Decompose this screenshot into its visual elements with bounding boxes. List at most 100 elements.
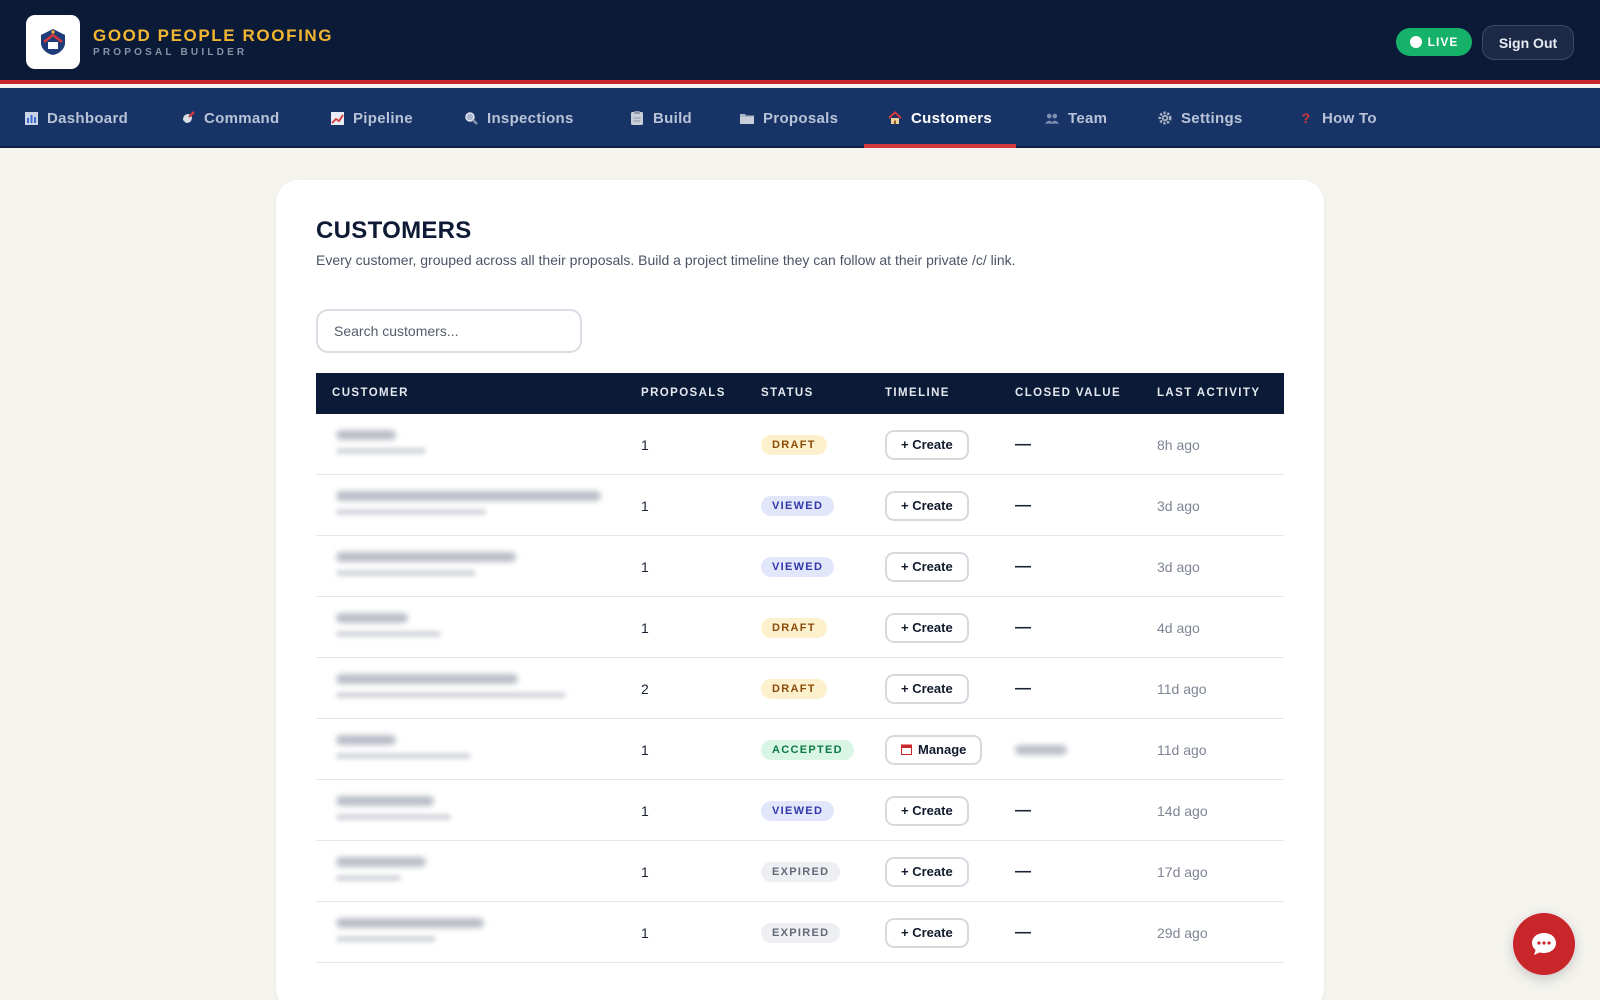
status-badge: DRAFT	[761, 678, 827, 699]
nav-label: Customers	[911, 109, 993, 127]
nav-label: Inspections	[487, 109, 574, 127]
customer-address-redacted	[336, 509, 486, 515]
create-timeline-button[interactable]: + Create	[885, 673, 969, 704]
nav-label: Proposals	[763, 109, 839, 127]
folder-icon	[740, 111, 754, 125]
last-activity: 4d ago	[1157, 619, 1200, 636]
customer-address-redacted	[336, 448, 426, 454]
column-header-status[interactable]: STATUS	[761, 373, 814, 414]
column-header-proposals[interactable]: PROPOSALS	[641, 373, 726, 414]
customer-name-redacted[interactable]	[336, 613, 408, 623]
nav-team[interactable]: Team	[1045, 88, 1107, 148]
last-activity: 3d ago	[1157, 497, 1200, 514]
nav-label: Command	[204, 109, 280, 127]
timeline-button-label: + Create	[901, 498, 953, 513]
nav-label: Team	[1068, 109, 1108, 127]
nav-label: How To	[1322, 109, 1377, 127]
nav-label: Dashboard	[47, 109, 129, 127]
column-header-closed-value[interactable]: CLOSED VALUE	[1015, 373, 1121, 414]
closed-value: —	[1015, 557, 1031, 575]
chat-bubble-icon	[1532, 933, 1556, 955]
column-header-customer[interactable]: CUSTOMER	[332, 373, 409, 414]
nav-inspections[interactable]: Inspections	[464, 88, 574, 148]
last-activity: 8h ago	[1157, 436, 1200, 453]
table-row[interactable]: 1 EXPIRED + Create — 29d ago	[316, 902, 1284, 963]
sign-out-button[interactable]: Sign Out	[1482, 25, 1574, 60]
closed-value: —	[1015, 862, 1031, 880]
table-row[interactable]: 1 DRAFT + Create — 4d ago	[316, 597, 1284, 658]
create-timeline-button[interactable]: + Create	[885, 551, 969, 582]
customer-name-redacted[interactable]	[336, 491, 601, 501]
question-icon: ?	[1301, 110, 1311, 126]
nav-pipeline[interactable]: Pipeline	[330, 88, 413, 148]
live-label: LIVE	[1427, 35, 1459, 49]
table-row[interactable]: 2 DRAFT + Create — 11d ago	[316, 658, 1284, 719]
nav-proposals[interactable]: Proposals	[740, 88, 838, 148]
people-icon	[1045, 111, 1059, 125]
customer-address-redacted	[336, 692, 566, 698]
create-timeline-button[interactable]: + Create	[885, 429, 969, 460]
brand-subtitle: PROPOSAL BUILDER	[93, 47, 248, 58]
last-activity: 17d ago	[1157, 863, 1208, 880]
customer-name-redacted[interactable]	[336, 552, 516, 562]
search-customers-input[interactable]	[316, 309, 582, 353]
status-badge: EXPIRED	[761, 922, 841, 943]
nav-dashboard[interactable]: Dashboard	[24, 88, 128, 148]
timeline-button-label: Manage	[918, 742, 967, 757]
closed-value: —	[1015, 801, 1031, 819]
proposals-count: 1	[641, 558, 649, 575]
customer-address-redacted	[336, 936, 436, 942]
timeline-button-label: + Create	[901, 681, 953, 696]
create-timeline-button[interactable]: + Create	[885, 917, 969, 948]
company-logo[interactable]	[26, 15, 80, 69]
table-row[interactable]: 1 VIEWED + Create — 3d ago	[316, 475, 1284, 536]
customer-address-redacted	[336, 631, 441, 637]
column-header-last-activity[interactable]: LAST ACTIVITY	[1157, 373, 1260, 414]
table-row[interactable]: 1 EXPIRED + Create — 17d ago	[316, 841, 1284, 902]
chat-button[interactable]	[1513, 913, 1575, 975]
status-badge: DRAFT	[761, 617, 827, 638]
table-header: CUSTOMER PROPOSALS STATUS TIMELINE CLOSE…	[316, 373, 1284, 414]
create-timeline-button[interactable]: + Create	[885, 490, 969, 521]
nav-settings[interactable]: Settings	[1158, 88, 1243, 148]
customer-name-redacted[interactable]	[336, 918, 484, 928]
create-timeline-button[interactable]: + Create	[885, 856, 969, 887]
last-activity: 29d ago	[1157, 924, 1208, 941]
last-activity: 11d ago	[1157, 680, 1207, 697]
nav-command[interactable]: Command	[181, 88, 279, 148]
customers-card: CUSTOMERS Every customer, grouped across…	[276, 180, 1324, 1000]
table-body: 1 DRAFT + Create — 8h ago 1 VIEWED + Cre…	[316, 414, 1284, 963]
nav-customers[interactable]: Customers	[863, 88, 1017, 148]
table-row[interactable]: 1 DRAFT + Create — 8h ago	[316, 414, 1284, 475]
table-row[interactable]: 1 VIEWED + Create — 14d ago	[316, 780, 1284, 841]
customer-address-redacted	[336, 875, 401, 881]
customer-name-redacted[interactable]	[336, 735, 396, 745]
top-header: GOOD PEOPLE ROOFING PROPOSAL BUILDER LIV…	[0, 0, 1600, 84]
create-timeline-button[interactable]: + Create	[885, 795, 969, 826]
last-activity: 3d ago	[1157, 558, 1200, 575]
customer-name-redacted[interactable]	[336, 857, 426, 867]
closed-value: —	[1015, 435, 1031, 453]
column-header-timeline[interactable]: TIMELINE	[885, 373, 950, 414]
nav-build[interactable]: Build	[630, 88, 692, 148]
closed-value: —	[1015, 496, 1031, 514]
customer-name-redacted[interactable]	[336, 674, 518, 684]
nav-how-to[interactable]: ? How To	[1299, 88, 1377, 148]
status-badge: DRAFT	[761, 434, 827, 455]
satellite-icon	[181, 111, 195, 125]
main-nav: Dashboard Command Pipeline Inspections B…	[0, 88, 1600, 148]
live-dot-icon	[1409, 36, 1422, 48]
proposals-count: 2	[641, 680, 649, 697]
timeline-button-label: + Create	[901, 803, 953, 818]
customer-name-redacted[interactable]	[336, 796, 434, 806]
customer-name-redacted[interactable]	[336, 430, 396, 440]
table-row[interactable]: 1 ACCEPTED Manage 11d ago	[316, 719, 1284, 780]
brand-title: GOOD PEOPLE ROOFING	[93, 26, 334, 45]
create-timeline-button[interactable]: + Create	[885, 612, 969, 643]
proposals-count: 1	[641, 497, 649, 514]
table-row[interactable]: 1 VIEWED + Create — 3d ago	[316, 536, 1284, 597]
bar-chart-icon	[24, 111, 38, 125]
manage-timeline-button[interactable]: Manage	[885, 734, 983, 765]
proposals-count: 1	[641, 924, 649, 941]
house-icon	[888, 111, 902, 125]
